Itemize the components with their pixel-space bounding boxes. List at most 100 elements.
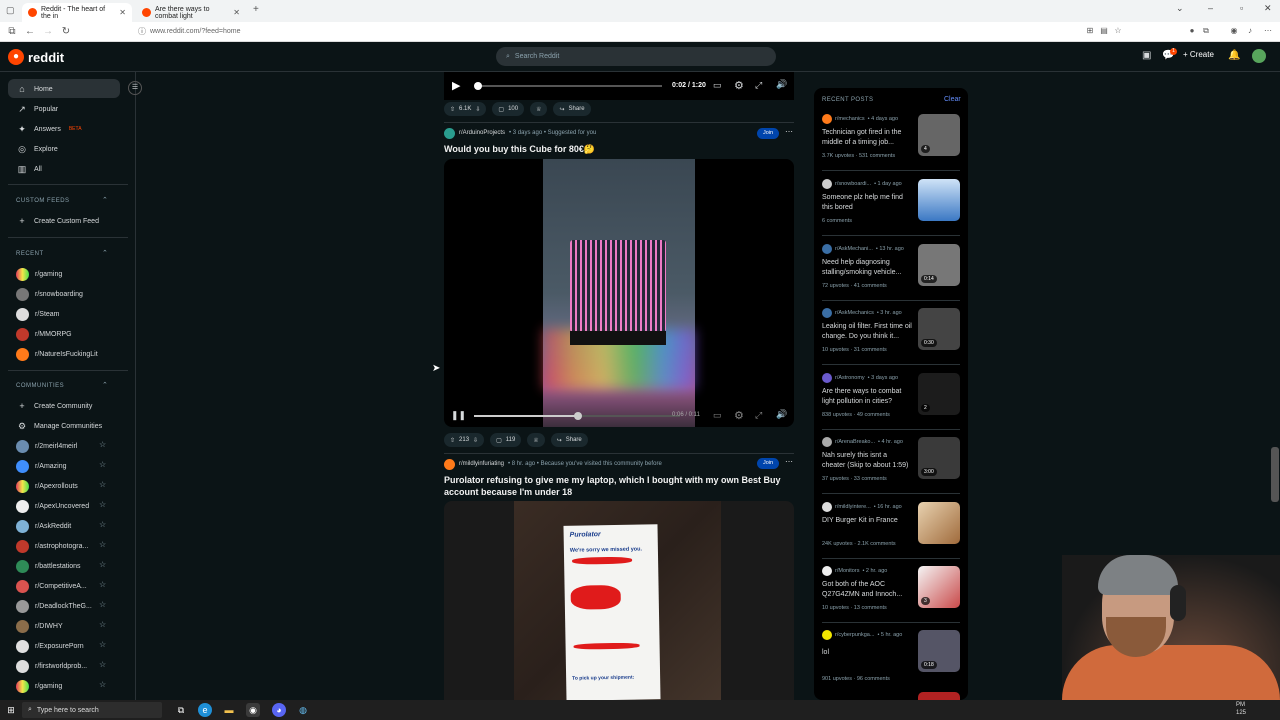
- profile-icon[interactable]: ◉: [1228, 26, 1240, 35]
- chevron-up-icon[interactable]: ⌃: [102, 249, 108, 257]
- share-button[interactable]: ↪ Share: [550, 433, 588, 447]
- share-button[interactable]: ↪ Share: [553, 102, 591, 116]
- sidebar-item-popular[interactable]: ↗ Popular: [16, 102, 58, 116]
- sidebar-recent-item[interactable]: r/Steam: [16, 307, 60, 321]
- sidebar-item-home[interactable]: ⌂ Home: [16, 82, 52, 96]
- captions-icon[interactable]: ▭: [713, 410, 722, 421]
- search-input[interactable]: ⌕ Search Reddit: [496, 47, 776, 66]
- vote-pill[interactable]: ⇧ 213 ⇩: [444, 433, 485, 447]
- sidebar-community-item[interactable]: r/ApexUncovered: [16, 499, 89, 513]
- fullscreen-icon[interactable]: ⤢: [755, 80, 762, 91]
- sidebar-community-item[interactable]: r/gaming: [16, 679, 62, 693]
- post-title[interactable]: Would you buy this Cube for 80€🤔: [444, 143, 784, 155]
- close-tab-icon[interactable]: ✕: [233, 8, 240, 17]
- favorite-star-icon[interactable]: ☆: [99, 560, 106, 569]
- tab-list-icon[interactable]: ⌄: [1176, 3, 1184, 14]
- volume-icon[interactable]: 🔊: [776, 409, 787, 420]
- sidebar-item-all[interactable]: ▥ All: [16, 162, 42, 176]
- sidebar-toggle-icon[interactable]: ⧉: [6, 26, 18, 37]
- favorite-star-icon[interactable]: ☆: [99, 680, 106, 689]
- comments-button[interactable]: ▢ 119: [490, 433, 522, 447]
- vpn-icon[interactable]: ●: [1186, 26, 1198, 35]
- recent-post-item[interactable]: r/Astronomy • 3 days ago Are there ways t…: [822, 373, 962, 418]
- sidebar-community-item[interactable]: r/ExposurePorn: [16, 639, 84, 653]
- recent-post-item[interactable]: r/mechanics • 4 days ago Technician got f…: [822, 114, 962, 159]
- sidebar-community-item[interactable]: r/Amazing: [16, 459, 67, 473]
- reddit-logo[interactable]: ● reddit: [8, 49, 64, 65]
- create-community[interactable]: + Create Community: [16, 399, 92, 413]
- post-image[interactable]: Purolator We're sorry we missed you. To …: [444, 501, 794, 700]
- chevron-up-icon[interactable]: ⌃: [102, 196, 108, 204]
- task-view-icon[interactable]: ⧉: [174, 703, 188, 717]
- comments-button[interactable]: ▢ 100: [492, 102, 525, 116]
- extension-icon[interactable]: ⊞: [1084, 26, 1096, 35]
- subreddit-link[interactable]: r/mildlyinfuriating: [459, 461, 504, 467]
- recent-post-item[interactable]: r/ArenaBreako... • 4 hr. ago Nah surely t…: [822, 437, 962, 482]
- steam-icon[interactable]: ◍: [296, 703, 310, 717]
- downvote-icon[interactable]: ⇩: [475, 106, 480, 113]
- sidebar-recent-item[interactable]: r/MMORPG: [16, 327, 72, 341]
- communities-heading[interactable]: COMMUNITIES: [16, 383, 64, 389]
- bookmark-star-icon[interactable]: ☆: [1112, 26, 1124, 35]
- recent-post-item[interactable]: r/AskMechani... • 13 hr. ago Need help di…: [822, 244, 962, 289]
- volume-icon[interactable]: 🔊: [776, 79, 787, 90]
- favorite-star-icon[interactable]: ☆: [99, 480, 106, 489]
- more-options-icon[interactable]: ⋯: [785, 127, 793, 136]
- sidebar-community-item[interactable]: r/Apexrollouts: [16, 479, 78, 493]
- favorite-star-icon[interactable]: ☆: [99, 440, 106, 449]
- read-aloud-icon[interactable]: ♪: [1244, 26, 1256, 35]
- favorite-star-icon[interactable]: ☆: [99, 620, 106, 629]
- site-info-icon[interactable]: ⓘ: [136, 26, 148, 37]
- recent-post-item[interactable]: r/cyberpunkga... • 5 hr. ago lol 901 upvo…: [822, 630, 962, 682]
- upvote-icon[interactable]: ⇧: [450, 106, 455, 113]
- sidebar-community-item[interactable]: r/DIWHY: [16, 619, 63, 633]
- downvote-icon[interactable]: ⇩: [473, 437, 478, 444]
- user-avatar[interactable]: [1252, 49, 1266, 63]
- favorite-star-icon[interactable]: ☆: [99, 540, 106, 549]
- sidebar-recent-item[interactable]: r/NatureIsFuckingLit: [16, 347, 98, 361]
- sidebar-item-explore[interactable]: ◎ Explore: [16, 142, 58, 156]
- create-button[interactable]: + Create: [1183, 50, 1214, 59]
- more-options-icon[interactable]: ⋯: [785, 457, 793, 466]
- join-button[interactable]: Join: [757, 458, 779, 469]
- play-icon[interactable]: ▶: [452, 79, 460, 92]
- sidebar-recent-item[interactable]: r/snowboarding: [16, 287, 83, 301]
- favorite-star-icon[interactable]: ☆: [99, 640, 106, 649]
- pause-icon[interactable]: ❚❚: [451, 410, 466, 421]
- award-button[interactable]: ♕: [527, 433, 545, 447]
- url-field[interactable]: www.reddit.com/?feed=home: [150, 25, 1050, 39]
- sidebar-community-item[interactable]: r/astrophotogra...: [16, 539, 88, 553]
- favorite-star-icon[interactable]: ☆: [99, 600, 106, 609]
- chevron-up-icon[interactable]: ⌃: [102, 381, 108, 389]
- create-custom-feed[interactable]: + Create Custom Feed: [16, 214, 99, 228]
- settings-gear-icon[interactable]: ⚙: [734, 409, 744, 422]
- sidebar-recent-item[interactable]: r/gaming: [16, 267, 62, 281]
- vote-pill[interactable]: ⇧ 6.1K ⇩: [444, 102, 487, 116]
- menu-dots-icon[interactable]: ⋯: [1262, 26, 1274, 35]
- captions-icon[interactable]: ▭: [713, 80, 722, 91]
- windows-start-icon[interactable]: ⊞: [4, 703, 18, 717]
- sidebar-community-item[interactable]: r/CompetitiveA...: [16, 579, 87, 593]
- back-icon[interactable]: ←: [24, 26, 36, 37]
- join-button[interactable]: Join: [757, 128, 779, 139]
- file-explorer-icon[interactable]: ▬: [222, 703, 236, 717]
- taskbar-clock[interactable]: PM 125: [1236, 701, 1246, 717]
- close-tab-icon[interactable]: ✕: [119, 8, 126, 17]
- sidebar-item-answers[interactable]: ✦ Answers BETA: [16, 122, 81, 136]
- clear-recent-button[interactable]: Clear: [944, 96, 961, 103]
- sidebar-community-item[interactable]: r/2meirl4meirl: [16, 439, 77, 453]
- new-tab-icon[interactable]: +: [253, 4, 259, 15]
- recent-post-item[interactable]: r/Monitors • 2 hr. ago Got both of the AO…: [822, 566, 962, 611]
- favorite-star-icon[interactable]: ☆: [99, 460, 106, 469]
- tab-actions-icon[interactable]: ▢: [6, 5, 15, 16]
- sidebar-community-item[interactable]: r/firstworldprob...: [16, 659, 87, 673]
- collapse-sidebar-button[interactable]: ☰: [128, 81, 142, 95]
- advertise-icon[interactable]: ▣: [1142, 50, 1151, 61]
- forward-icon[interactable]: →: [42, 26, 54, 37]
- manage-communities[interactable]: ⚙ Manage Communities: [16, 419, 102, 433]
- upvote-icon[interactable]: ⇧: [450, 437, 455, 444]
- minimize-icon[interactable]: –: [1208, 3, 1213, 13]
- settings-gear-icon[interactable]: ⚙: [734, 79, 744, 92]
- post-video[interactable]: [444, 159, 794, 427]
- page-scrollbar[interactable]: [1271, 447, 1279, 502]
